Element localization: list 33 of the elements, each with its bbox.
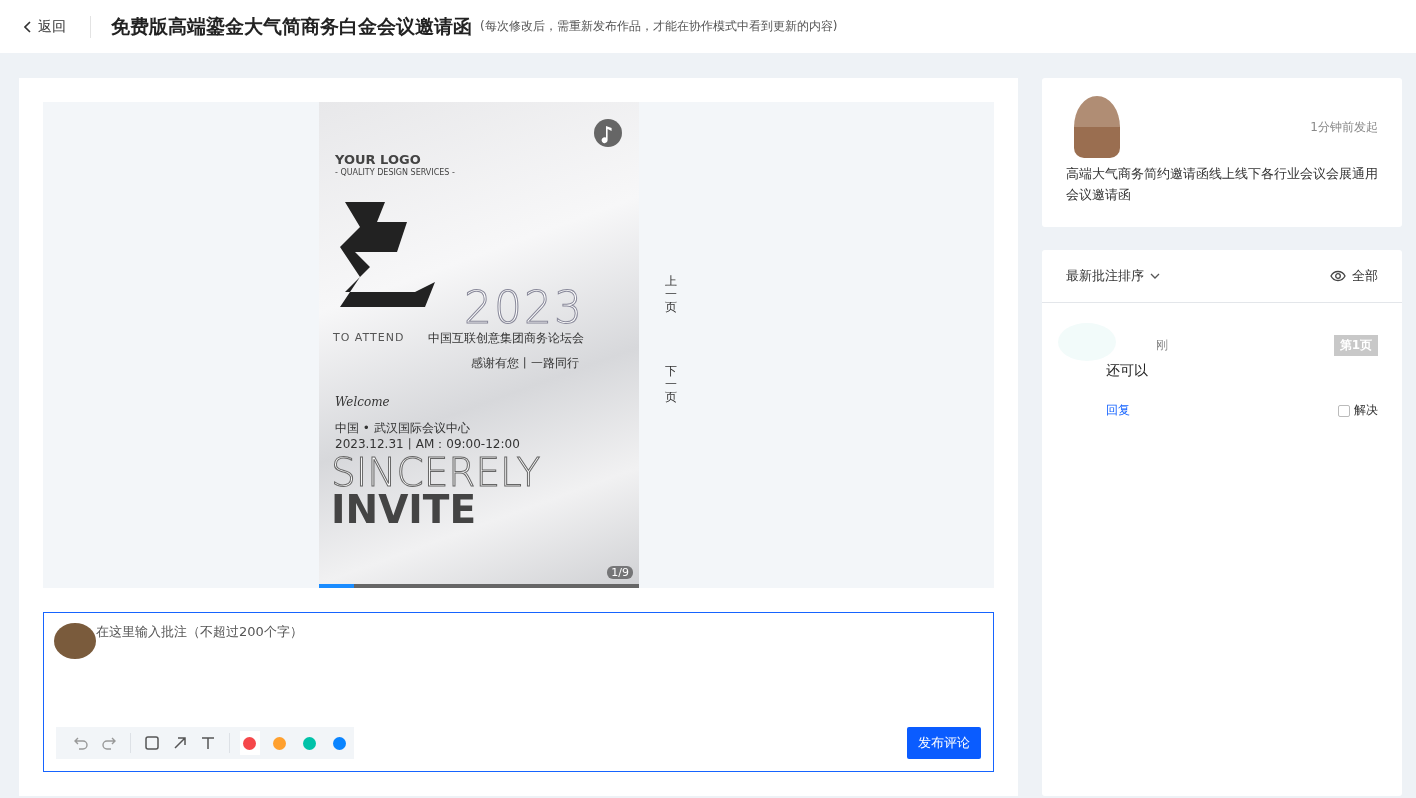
created-time: 1分钟前发起 <box>1310 119 1378 136</box>
logo-text: YOUR LOGO <box>335 152 421 167</box>
venue-text: 中国 • 武汉国际会议中心 <box>335 420 470 437</box>
avatar <box>1074 96 1120 158</box>
music-note-icon[interactable] <box>594 119 622 147</box>
update-note: (每次修改后，需重新发布作品，才能在协作模式中看到更新的内容) <box>480 18 838 35</box>
year-text: 2023 <box>464 282 584 333</box>
sort-dropdown[interactable]: 最新批注排序 <box>1066 267 1160 285</box>
to-attend-text: TO ATTEND <box>333 331 405 344</box>
back-button[interactable]: 返回 <box>24 17 66 36</box>
show-all-button[interactable]: 全部 <box>1330 267 1378 285</box>
resolve-checkbox[interactable] <box>1338 404 1350 417</box>
resolve-label: 解决 <box>1354 402 1378 419</box>
work-description: 高端大气商务简约邀请函线上线下各行业会议会展通用会议邀请函 <box>1066 165 1378 204</box>
logo-subtitle: - QUALITY DESIGN SERVICES - <box>335 168 455 177</box>
previous-page-button[interactable]: 上一页 <box>665 275 677 315</box>
page-counter: 1/9 <box>607 566 633 579</box>
next-page-button[interactable]: 下一页 <box>665 365 677 405</box>
color-swatch[interactable] <box>239 731 260 755</box>
eye-icon <box>1330 270 1346 282</box>
chevron-left-icon <box>24 20 32 33</box>
comment-input[interactable]: 在这里输入批注（不超过200个字） 发布评论 <box>43 612 994 772</box>
comment-time: 刚 <box>1156 337 1168 354</box>
slogan-text: 感谢有您丨一路同行 <box>471 355 579 372</box>
avatar <box>54 623 96 659</box>
date-text: 2023.12.31丨AM：09:00-12:00 <box>335 436 520 453</box>
organizer-text: 中国互联创意集团商务论坛会 <box>428 330 584 347</box>
comment-text: 还可以 <box>1106 362 1149 380</box>
submit-button[interactable]: 发布评论 <box>907 727 981 759</box>
page-title: 免费版高端鎏金大气简商务白金会议邀请函 <box>111 13 472 39</box>
welcome-text: Welcome <box>335 395 390 409</box>
chevron-down-icon <box>1150 273 1160 279</box>
reply-link[interactable]: 回复 <box>1106 402 1130 419</box>
